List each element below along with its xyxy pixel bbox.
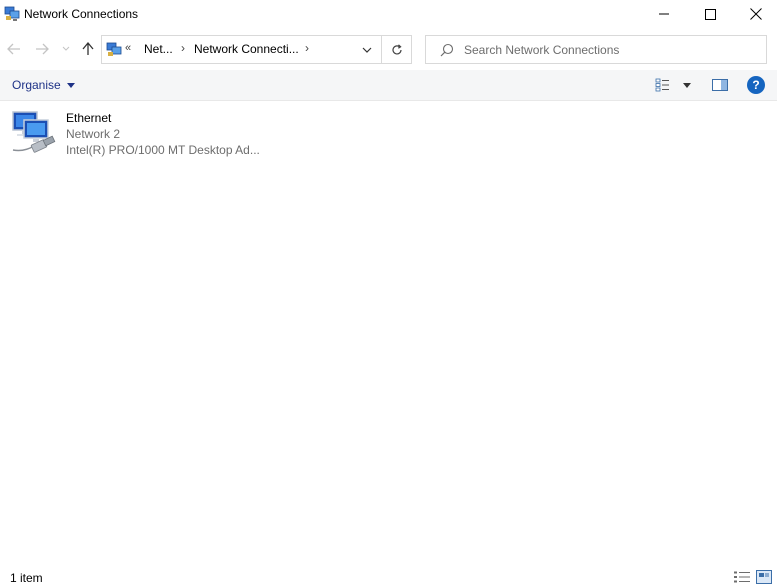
network-adapter-icon <box>10 110 62 158</box>
breadcrumb-separator[interactable]: › <box>181 41 185 55</box>
tiles-view-button[interactable] <box>756 570 772 584</box>
item-count: 1 item <box>10 571 43 585</box>
details-view-button[interactable] <box>733 570 751 584</box>
title-bar: Network Connections <box>0 0 777 30</box>
preview-pane-button[interactable] <box>710 76 730 94</box>
change-view-button[interactable] <box>654 76 672 94</box>
help-icon: ? <box>752 78 760 92</box>
forward-arrow-icon <box>36 43 49 55</box>
command-bar: Organise ? <box>0 70 777 101</box>
close-button[interactable] <box>733 0 777 28</box>
network-connections-icon <box>4 6 20 22</box>
minimize-button[interactable] <box>641 0 687 28</box>
back-arrow-icon <box>7 43 20 55</box>
breadcrumb-network[interactable]: Net... <box>144 42 173 56</box>
chevron-down-icon <box>62 46 70 51</box>
change-view-icon <box>655 78 669 92</box>
maximize-button[interactable] <box>687 0 733 28</box>
refresh-icon <box>391 43 402 54</box>
address-bar[interactable]: « Net... › Network Connecti... › <box>101 35 382 64</box>
up-arrow-icon <box>82 42 94 55</box>
breadcrumb-network-connections[interactable]: Network Connecti... <box>194 42 299 56</box>
details-view-icon <box>734 571 750 583</box>
search-box[interactable] <box>425 35 767 64</box>
list-item-ethernet[interactable]: Ethernet Network 2 Intel(R) PRO/1000 MT … <box>10 108 260 160</box>
caret-down-icon <box>683 82 691 88</box>
window-title: Network Connections <box>24 7 139 21</box>
caret-down-icon <box>66 82 75 88</box>
back-button[interactable] <box>4 39 24 59</box>
view-options-dropdown[interactable] <box>680 78 694 92</box>
address-history-dropdown[interactable] <box>357 42 377 58</box>
breadcrumb-separator[interactable]: › <box>305 41 309 55</box>
status-bar: 1 item <box>0 566 777 587</box>
search-input[interactable] <box>464 41 759 58</box>
item-network-status: Network 2 <box>66 127 121 141</box>
item-name: Ethernet <box>66 111 112 125</box>
refresh-button[interactable] <box>382 35 412 64</box>
preview-pane-icon <box>712 79 728 91</box>
hidden-path-button[interactable]: « <box>125 42 131 54</box>
forward-button[interactable] <box>32 39 52 59</box>
item-adapter-name: Intel(R) PRO/1000 MT Desktop Ad... <box>66 143 260 157</box>
help-button[interactable]: ? <box>747 76 765 94</box>
close-icon <box>750 8 762 20</box>
search-icon <box>440 43 454 57</box>
up-button[interactable] <box>78 39 98 59</box>
organise-label: Organise <box>12 78 61 92</box>
recent-locations-button[interactable] <box>58 39 74 59</box>
tiles-view-icon <box>756 570 772 584</box>
file-list[interactable]: Ethernet Network 2 Intel(R) PRO/1000 MT … <box>0 102 777 566</box>
network-connections-icon <box>106 42 122 58</box>
chevron-down-icon <box>362 47 372 53</box>
navigation-bar: « Net... › Network Connecti... › <box>0 30 777 68</box>
organise-button[interactable]: Organise <box>6 75 81 95</box>
